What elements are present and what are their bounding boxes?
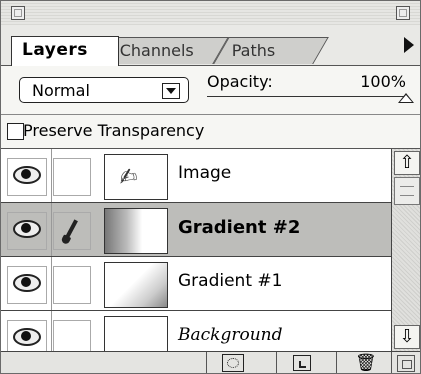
scrollbar-thumb[interactable] (394, 177, 420, 205)
image-thumbnail-glyph: ✍ (116, 163, 140, 192)
visibility-toggle[interactable] (1, 311, 52, 351)
layer-thumbnail (104, 316, 168, 351)
tab-channels[interactable]: Channels (101, 37, 229, 64)
edit-indicator-cell[interactable] (53, 212, 91, 250)
palette-tabs: Layers Channels Paths (1, 25, 420, 66)
tab-layers[interactable]: Layers (11, 36, 119, 66)
opacity-label: Opacity: (207, 72, 273, 91)
layer-options-bar: Normal Opacity: 100% (1, 66, 420, 115)
layer-row-gradient-1[interactable]: Gradient #1 (1, 257, 391, 311)
tab-channels-label: Channels (119, 41, 194, 60)
layer-list: ✍ Image Gradient #2 Gradient #1 Backgrou… (1, 149, 391, 351)
zoom-box-icon[interactable] (396, 6, 410, 20)
visibility-toggle[interactable] (1, 257, 52, 310)
opacity-slider-thumb[interactable] (398, 93, 414, 103)
layer-name: Gradient #1 (178, 271, 283, 291)
opacity-value[interactable]: 100% (360, 72, 406, 91)
new-layer-icon (293, 355, 311, 371)
palette-title-bar[interactable] (1, 1, 420, 26)
brush-icon (64, 219, 78, 241)
delete-layer-button[interactable]: 🗑 (336, 352, 389, 373)
tab-paths[interactable]: Paths (213, 37, 329, 64)
resize-icon (397, 355, 415, 372)
layer-row-image[interactable]: ✍ Image (1, 149, 391, 203)
layer-name: Background (178, 325, 283, 345)
palette-menu-icon[interactable] (404, 37, 414, 53)
edit-indicator-cell[interactable] (53, 266, 91, 304)
tab-paths-label: Paths (231, 41, 276, 60)
layer-name: Gradient #2 (178, 217, 301, 238)
add-mask-icon (222, 354, 244, 372)
preserve-transparency-label: Preserve Transparency (23, 121, 205, 140)
preserve-transparency-checkbox[interactable] (7, 123, 24, 140)
edit-indicator-cell[interactable] (53, 158, 91, 196)
blend-mode-value: Normal (32, 81, 90, 100)
new-layer-button[interactable] (276, 352, 329, 373)
layer-row-gradient-2[interactable]: Gradient #2 (1, 203, 391, 257)
visibility-toggle[interactable] (1, 149, 52, 202)
chevron-down-icon[interactable] (162, 83, 180, 99)
preserve-transparency-row: Preserve Transparency (1, 115, 420, 149)
layer-row-background[interactable]: Background (1, 311, 391, 351)
layer-thumbnail (104, 208, 168, 254)
blend-mode-select[interactable]: Normal (19, 77, 189, 103)
visibility-toggle[interactable] (1, 203, 52, 256)
eye-icon (13, 274, 41, 292)
eye-icon (13, 220, 41, 238)
edit-indicator-cell[interactable] (53, 320, 91, 351)
scroll-up-icon[interactable]: ⇧ (394, 151, 420, 175)
eye-icon (13, 166, 41, 184)
add-mask-button[interactable] (206, 352, 259, 373)
scroll-down-icon[interactable]: ⇩ (394, 325, 420, 349)
trash-icon: 🗑 (355, 353, 377, 373)
palette-footer: 🗑 (1, 351, 420, 373)
layer-thumbnail: ✍ (104, 154, 168, 200)
opacity-slider-track[interactable] (207, 96, 406, 97)
tab-layers-label: Layers (22, 40, 88, 60)
layers-palette-window: Layers Channels Paths Normal Opacity: 10… (0, 0, 421, 374)
layer-thumbnail (104, 262, 168, 308)
layer-list-scrollbar[interactable]: ⇧ ⇩ (391, 149, 420, 351)
close-box-icon[interactable] (11, 6, 25, 20)
layer-name: Image (178, 163, 232, 183)
resize-handle[interactable] (391, 352, 420, 373)
eye-icon (13, 328, 41, 346)
